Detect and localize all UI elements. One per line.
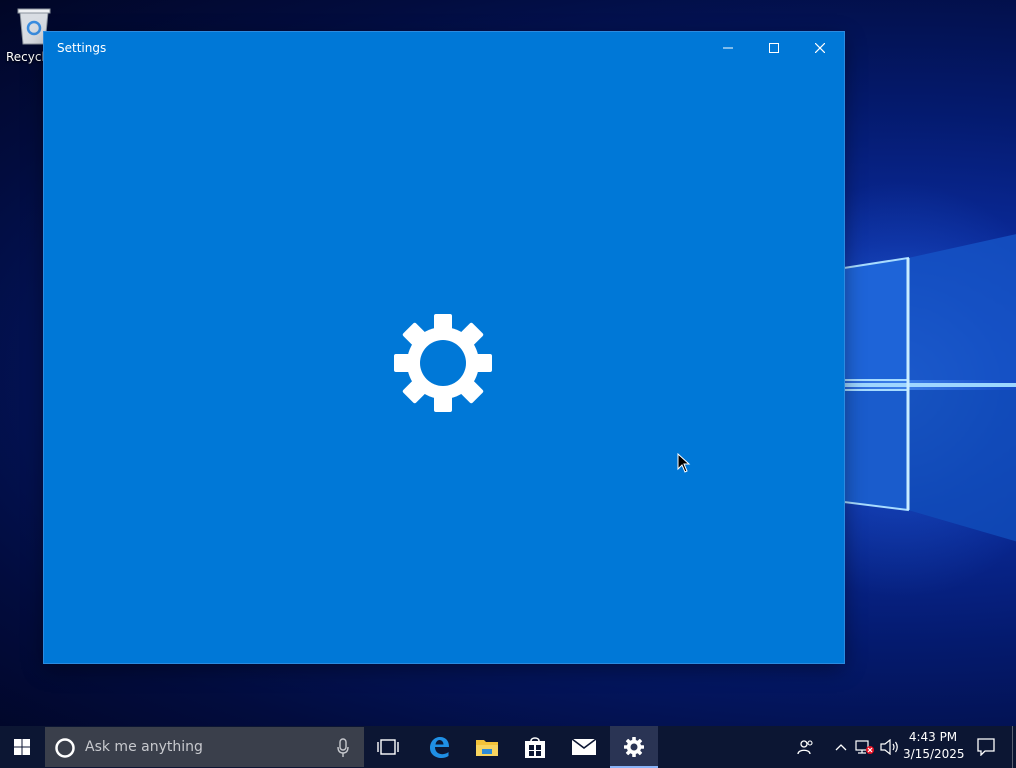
microphone-icon[interactable] — [336, 738, 350, 758]
minimize-icon — [723, 47, 733, 48]
windows-start-icon — [14, 739, 30, 755]
volume-button[interactable] — [878, 726, 902, 768]
action-center-button[interactable] — [968, 726, 1004, 768]
maximize-icon — [769, 42, 779, 53]
system-clock[interactable]: 4:43 PM 3/15/2025 — [903, 729, 965, 763]
task-view-button[interactable] — [366, 726, 410, 768]
people-button[interactable] — [786, 726, 826, 768]
people-icon — [797, 740, 813, 755]
taskbar-store[interactable] — [512, 726, 558, 768]
taskbar-settings[interactable] — [610, 726, 658, 768]
show-hidden-icons-button[interactable] — [830, 726, 852, 768]
mouse-cursor — [677, 452, 691, 473]
network-button[interactable] — [852, 726, 878, 768]
taskbar-mail[interactable] — [561, 726, 607, 768]
gear-icon — [624, 737, 644, 757]
task-view-icon — [377, 739, 399, 755]
taskbar: Ask me anything 4:43 PM 3/15/2025 — [0, 726, 1016, 768]
show-desktop-button[interactable] — [1012, 726, 1013, 768]
taskbar-file-explorer[interactable] — [464, 726, 510, 768]
title-bar[interactable]: Settings — [44, 32, 844, 63]
start-button[interactable] — [0, 726, 44, 768]
mail-icon — [571, 738, 597, 755]
close-button[interactable] — [797, 32, 843, 63]
network-disconnected-icon — [855, 740, 874, 754]
settings-window[interactable]: Settings — [44, 32, 844, 663]
close-icon — [815, 42, 825, 53]
clock-date: 3/15/2025 — [903, 747, 965, 761]
maximize-button[interactable] — [751, 32, 797, 63]
edge-icon — [430, 737, 449, 758]
gear-icon — [394, 314, 492, 412]
clock-time: 4:43 PM — [908, 730, 958, 744]
minimize-button[interactable] — [705, 32, 751, 63]
folder-icon — [476, 740, 498, 756]
chevron-up-icon — [835, 744, 847, 751]
speaker-icon — [880, 739, 898, 755]
store-icon — [525, 737, 545, 758]
window-title: Settings — [57, 41, 107, 55]
search-box[interactable]: Ask me anything — [45, 727, 364, 767]
notification-icon — [977, 738, 995, 756]
cortana-icon — [55, 738, 75, 758]
search-placeholder: Ask me anything — [85, 739, 203, 755]
taskbar-edge[interactable] — [416, 726, 462, 768]
